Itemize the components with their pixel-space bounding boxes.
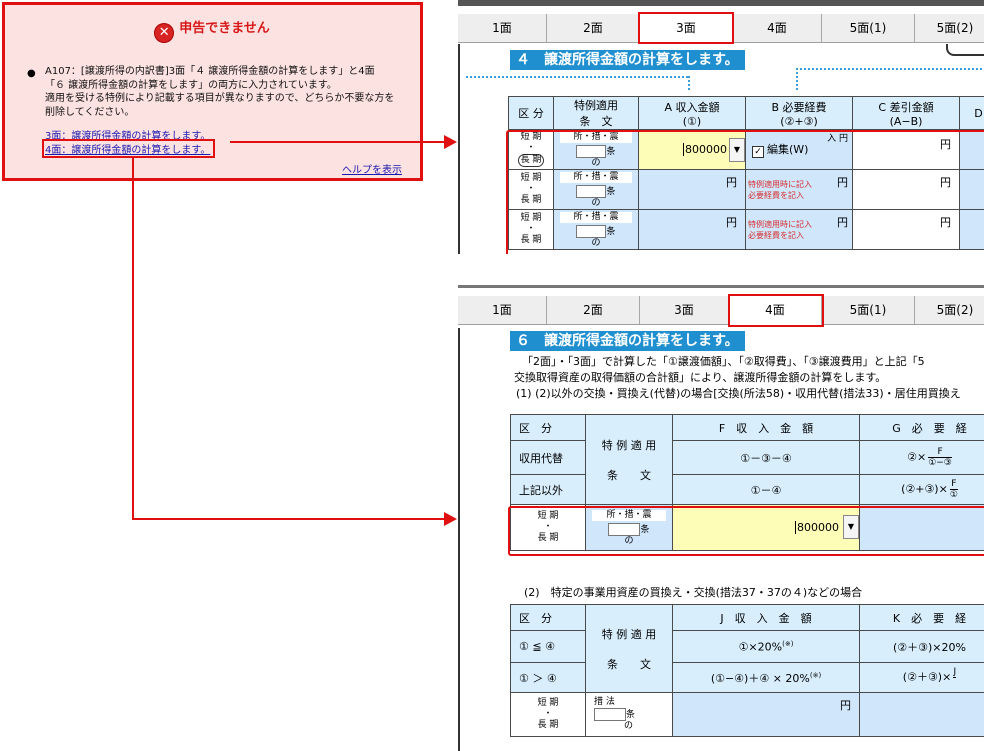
f-header: F 収 入 金 額 — [672, 414, 860, 441]
tab-1[interactable]: 1面 — [458, 296, 547, 324]
k-row2: (②＋③)× J — [859, 662, 984, 693]
row-highlight-4a — [508, 506, 984, 556]
k-input[interactable] — [859, 692, 984, 737]
col-d: D — [959, 96, 984, 130]
arrow-line-h2 — [132, 518, 445, 520]
k-header: K 必 要 経 — [859, 604, 984, 631]
kubun-header: 区 分 — [510, 414, 586, 441]
dotted-guide-3 — [796, 68, 984, 70]
arrow-line-v — [132, 158, 134, 520]
col-tokurei: 特例適用条 文 — [553, 96, 639, 130]
section-2-title: (2) 特定の事業用資産の買換え・交換(措法37・37の４)などの場合 — [524, 586, 863, 599]
tokurei2-header: 特 例 適 用条 文 — [585, 604, 673, 693]
jouki-label: 上記以外 — [510, 474, 586, 505]
arrow-line-h1 — [230, 141, 445, 143]
sohou-cell[interactable]: 措 法条の — [585, 692, 673, 737]
error-line-1: A107：[譲渡所得の内訳書]3面「４ 譲渡所得金額の計算をします」と4面 — [45, 66, 375, 77]
j-row1: ①×20%(※) — [672, 630, 860, 663]
dotted-guide-1 — [466, 76, 688, 78]
cond2-label: ① ＞ ④ — [510, 662, 586, 693]
f-row1: ①－③－④ — [672, 440, 860, 475]
help-link[interactable]: ヘルプを表示 — [342, 161, 402, 176]
j-header: J 収 入 金 額 — [672, 604, 860, 631]
error-line-4: 削除してください。 — [45, 106, 135, 118]
col-kubun: 区 分 — [508, 96, 554, 130]
form-sheet-4: ６ 譲渡所得金額の計算をします。 「2面」・「3面」で計算した「①譲渡価額」、「… — [458, 328, 984, 751]
shuyo-label: 収用代替 — [510, 440, 586, 475]
desc-line-2: 交換取得資産の取得価額の合計額」により、譲渡所得金額の計算をします。 — [514, 371, 887, 384]
g-row1: ②× F ①−③ — [859, 440, 984, 475]
description: 「2面」・「3面」で計算した「①譲渡価額」、「②取得費」、「③譲渡費用」と上記「… — [514, 354, 984, 402]
col-b: B 必要経費 (②+③) — [745, 96, 853, 130]
badge-corner — [946, 44, 984, 56]
f-row2: ①－④ — [672, 474, 860, 505]
form-sheet-3: ４ 譲渡所得金額の計算をします。 区 分 特例適用条 文 A 収入金額 (①) B… — [458, 44, 984, 254]
tab-4-highlight — [728, 294, 824, 327]
tab-bar-4: 1面 2面 3面 4面 5面(1) 5面(2) — [458, 296, 984, 325]
row-highlight-3 — [506, 130, 984, 254]
tab-4[interactable]: 4面 — [733, 14, 822, 42]
tab-5-1[interactable]: 5面(1) — [822, 14, 915, 42]
k-row1: (②＋③)×20% — [859, 630, 984, 663]
cond1-label: ① ≦ ④ — [510, 630, 586, 663]
tab-1[interactable]: 1面 — [458, 14, 547, 42]
g-header: G 必 要 経 — [859, 414, 984, 441]
dotted-guide-4 — [796, 68, 798, 90]
section-title-3: ４ 譲渡所得金額の計算をします。 — [510, 50, 745, 70]
panel-page3: 1面 2面 3面 4面 5面(1) 5面(2) ４ 譲渡所得金額の計算をします。… — [458, 0, 984, 254]
link-page4-calc[interactable]: 4面：譲渡所得金額の計算をします。 — [42, 139, 216, 158]
tab-3-highlight — [638, 12, 734, 44]
arrow-head-1 — [444, 135, 457, 149]
section-title-4: ６ 譲渡所得金額の計算をします。 — [510, 331, 745, 351]
error-icon: ✕ — [155, 24, 174, 42]
j-row2: (①−④)＋④ × 20%(※) — [672, 662, 860, 693]
desc-line-3: (1) (2)以外の交換・買換え(代替)の場合[交換(所法58)・収用代替(措法… — [516, 387, 961, 400]
error-line-2: 「６ 譲渡所得金額の計算をします」の両方に入力されています。 — [45, 79, 337, 91]
table-row: 短 期・長 期 措 法条の 円 — [510, 692, 984, 737]
term-cell[interactable]: 短 期・長 期 — [510, 692, 586, 737]
desc-line-1: 「2面」・「3面」で計算した「①譲渡価額」、「②取得費」、「③譲渡費用」と上記「… — [522, 355, 925, 368]
tab-2[interactable]: 2面 — [547, 14, 640, 42]
panel-page4: 1面 2面 3面 4面 5面(1) 5面(2) ６ 譲渡所得金額の計算をします。… — [458, 285, 984, 751]
tab-2[interactable]: 2面 — [547, 296, 640, 324]
kubun2-header: 区 分 — [510, 604, 586, 631]
error-title: ✕ 申告できません — [5, 17, 420, 42]
g-row2: (②+③)× F ① — [859, 474, 984, 505]
col-c: C 差引金額 (A−B) — [852, 96, 960, 130]
bullet-icon: ● — [27, 68, 36, 79]
tab-5-2[interactable]: 5面(2) — [915, 14, 984, 42]
tab-5-1[interactable]: 5面(1) — [822, 296, 915, 324]
tab-3[interactable]: 3面 — [640, 296, 729, 324]
arrow-head-2 — [444, 512, 457, 526]
error-dialog: ✕ 申告できません ● A107：[譲渡所得の内訳書]3面「４ 譲渡所得金額の計算… — [2, 2, 423, 181]
tokurei-header: 特 例 適 用条 文 — [585, 414, 673, 505]
col-a: A 収入金額 (①) — [638, 96, 746, 130]
j-input[interactable]: 円 — [672, 692, 860, 737]
dotted-guide-2 — [688, 76, 690, 90]
calc-table-4b: 区 分 特 例 適 用条 文 J 収 入 金 額 K 必 要 経 ① ≦ ④ ①… — [510, 604, 984, 737]
error-message: A107：[譲渡所得の内訳書]3面「４ 譲渡所得金額の計算をします」と4面 「６… — [45, 65, 410, 119]
error-line-3: 適用を受ける特例により記載する項目が異なりますので、どちらか不要な方を — [45, 93, 395, 104]
tab-5-2[interactable]: 5面(2) — [915, 296, 984, 324]
